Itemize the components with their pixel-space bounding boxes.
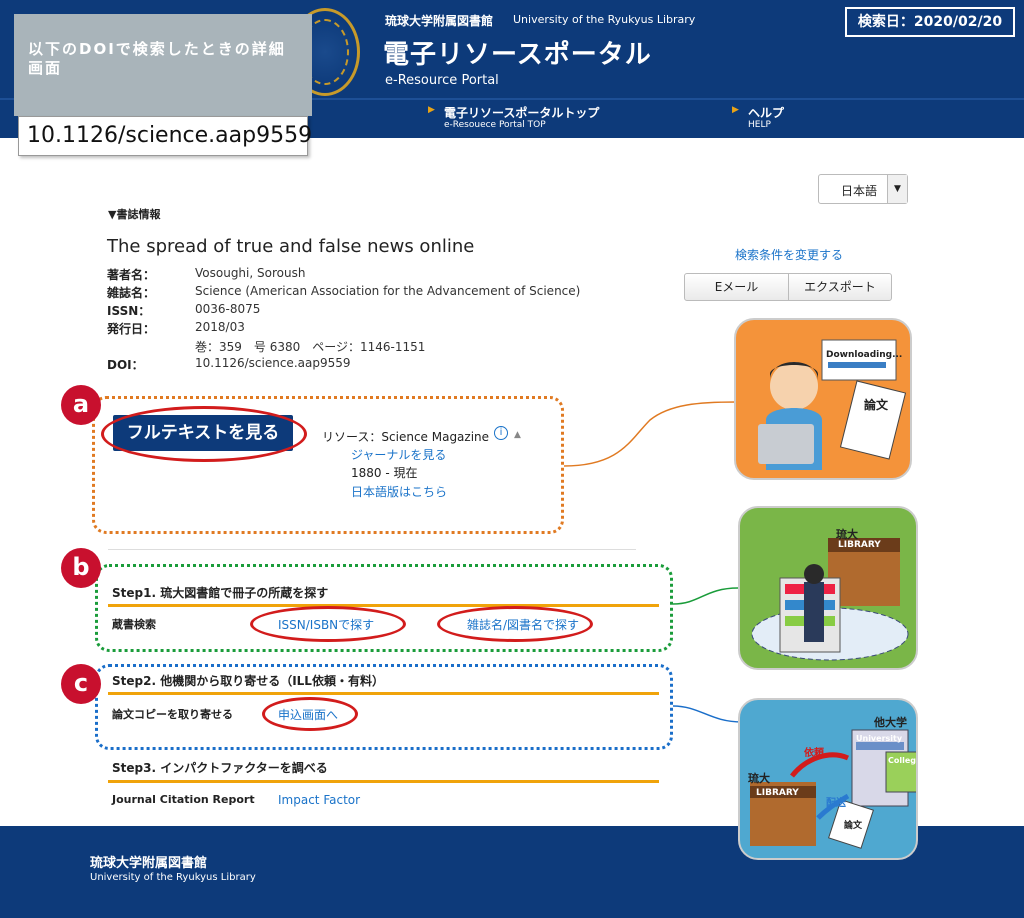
delivery-label: 配送	[826, 798, 846, 809]
university-sign: University	[856, 734, 903, 743]
footer-name-en: University of the Ryukyus Library	[90, 872, 256, 883]
library-sign: LIBRARY	[838, 540, 881, 550]
campus-label: 琉大	[748, 772, 770, 785]
paper-label: 論文	[864, 398, 889, 412]
downloading-text: Downloading...	[826, 350, 903, 360]
download-illustration: Downloading... 論文	[734, 318, 912, 480]
library-illustration: 琉大 LIBRARY	[738, 506, 918, 670]
library-sign: LIBRARY	[756, 788, 799, 798]
ill-illustration: 他大学 University College 琉大 LIBRARY 依頼 配送 …	[738, 698, 918, 860]
other-univ-label: 他大学	[874, 716, 907, 729]
request-label: 依頼	[804, 748, 824, 759]
college-sign: College	[888, 756, 917, 765]
library-building-image	[751, 538, 909, 661]
footer-name-ja: 琉球大学附属図書館	[90, 856, 208, 871]
paper-label: 論文	[844, 821, 863, 831]
